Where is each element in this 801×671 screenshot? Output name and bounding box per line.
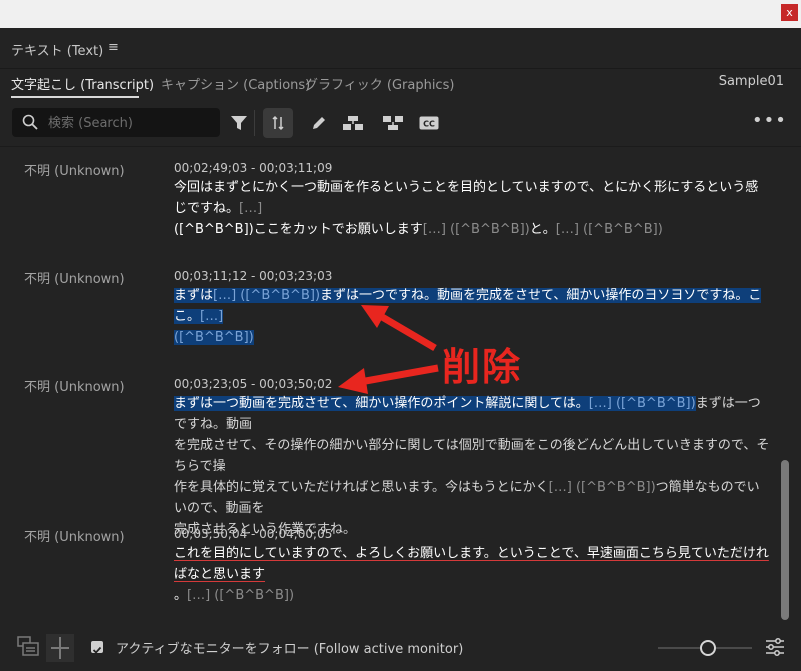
scrollbar-thumb[interactable] (781, 460, 789, 620)
check-icon (92, 646, 102, 654)
captions-button[interactable]: CC (414, 108, 444, 138)
tab-captions[interactable]: キャプション (Captions) (161, 74, 310, 93)
tab-graphics[interactable]: グラフィック (Graphics) (305, 74, 454, 93)
pause-marker: […] ([^B^B^B]) (548, 480, 656, 495)
filter-button[interactable] (224, 108, 254, 138)
text-span: 。 (174, 588, 188, 603)
svg-text:CC: CC (423, 120, 435, 129)
annotation-arrow-left (338, 364, 439, 394)
settings-sliders-icon[interactable] (765, 637, 785, 657)
speaker-label[interactable]: 不明 (Unknown) (24, 526, 125, 545)
text-line-spellcheck: これを目的にしていますので、よろしくお願いします。ということで、早速画面こちら見… (174, 546, 769, 582)
pause-marker: […] ([^B^B^B]) (555, 222, 663, 237)
pause-marker: […] ([^B^B^B]) (422, 222, 530, 237)
segment-text[interactable]: 今回はまずとにかく一つ動画を作るということを目的としていますので、とにかく形にす… (174, 177, 770, 240)
text-span: 作を具体的に覚えていただければと思います。今はもうとにかく (174, 480, 549, 495)
segment-timecode: 00;03;23;05 - 00;03;50;02 (174, 377, 333, 391)
toolbar-divider (254, 110, 255, 136)
close-window-button[interactable]: x (781, 4, 798, 21)
segment-timecode: 00;03;11;12 - 00;03;23;03 (174, 269, 333, 283)
merge-segment-icon (383, 116, 403, 130)
text-span: まずは (174, 288, 214, 303)
text-span: と。 (529, 222, 556, 237)
segment-text[interactable]: これを目的にしていますので、よろしくお願いします。ということで、早速画面こちら見… (174, 543, 770, 606)
sync-scroll-button[interactable] (263, 108, 293, 138)
filter-icon (231, 116, 247, 130)
more-options-icon[interactable]: ••• (752, 110, 787, 131)
edit-button[interactable] (304, 108, 334, 138)
text-line: を完成させて、その操作の細かい部分に関しては個別で動画をこの後どんどん出していき… (174, 438, 770, 474)
window-titlebar: x (0, 0, 801, 29)
split-segment-button[interactable] (338, 108, 368, 138)
text-size-slider-knob[interactable] (700, 640, 716, 656)
segment-timecode: 00;03;50;04 - 00;04;00;05 (174, 527, 333, 541)
segment-timecode: 00;02;49;03 - 00;03;11;09 (174, 161, 333, 175)
pause-marker: […] ([^B^B^B]) (213, 288, 321, 303)
text-span: ここをカットでお願いします (253, 222, 423, 237)
active-tab-indicator (11, 96, 139, 98)
pause-marker: […] (239, 201, 263, 216)
annotation-arrow-up (361, 305, 437, 352)
pin-icon (272, 115, 284, 131)
pause-marker: […] ([^B^B^B]) (588, 396, 696, 411)
text-span: ([^B^B^B]) (174, 222, 254, 237)
speaker-label[interactable]: 不明 (Unknown) (24, 376, 125, 395)
delete-annotation-label: 削除 (442, 345, 523, 389)
panel-title: テキスト (Text) (11, 44, 104, 59)
follow-monitor-label[interactable]: アクティブなモニターをフォロー (Follow active monitor) (116, 638, 463, 657)
search-input[interactable] (46, 111, 215, 135)
panel-header: テキスト (Text) ≡ (0, 28, 801, 69)
follow-monitor-checkbox[interactable] (91, 641, 103, 654)
text-span: まずは一つ動画を完成させて、細かい操作のポイント解説に関しては。 (174, 396, 589, 411)
search-box[interactable] (12, 108, 220, 137)
speaker-label[interactable]: 不明 (Unknown) (24, 160, 125, 179)
segment-text[interactable]: まずは一つ動画を完成させて、細かい操作のポイント解説に関しては。[…] ([^B… (174, 393, 770, 540)
pause-marker: […] ([^B^B^B]) (187, 588, 295, 603)
sequence-name: Sample01 (718, 74, 784, 89)
tab-transcript[interactable]: 文字起こし (Transcript) (11, 74, 154, 93)
cc-icon: CC (419, 116, 439, 130)
pencil-icon (313, 117, 325, 129)
panel-menu-icon[interactable]: ≡ (108, 40, 119, 55)
search-icon (22, 114, 38, 130)
split-segment-icon (343, 116, 363, 130)
pause-marker: ([^B^B^B]) (174, 330, 254, 345)
speaker-label[interactable]: 不明 (Unknown) (24, 268, 125, 287)
export-transcript-icon[interactable] (16, 634, 40, 658)
merge-segment-button[interactable] (378, 108, 408, 138)
tab-bar: 文字起こし (Transcript) キャプション (Captions) グラフ… (0, 68, 801, 98)
pause-marker: […] (200, 309, 224, 324)
split-view-icon[interactable] (46, 634, 74, 662)
